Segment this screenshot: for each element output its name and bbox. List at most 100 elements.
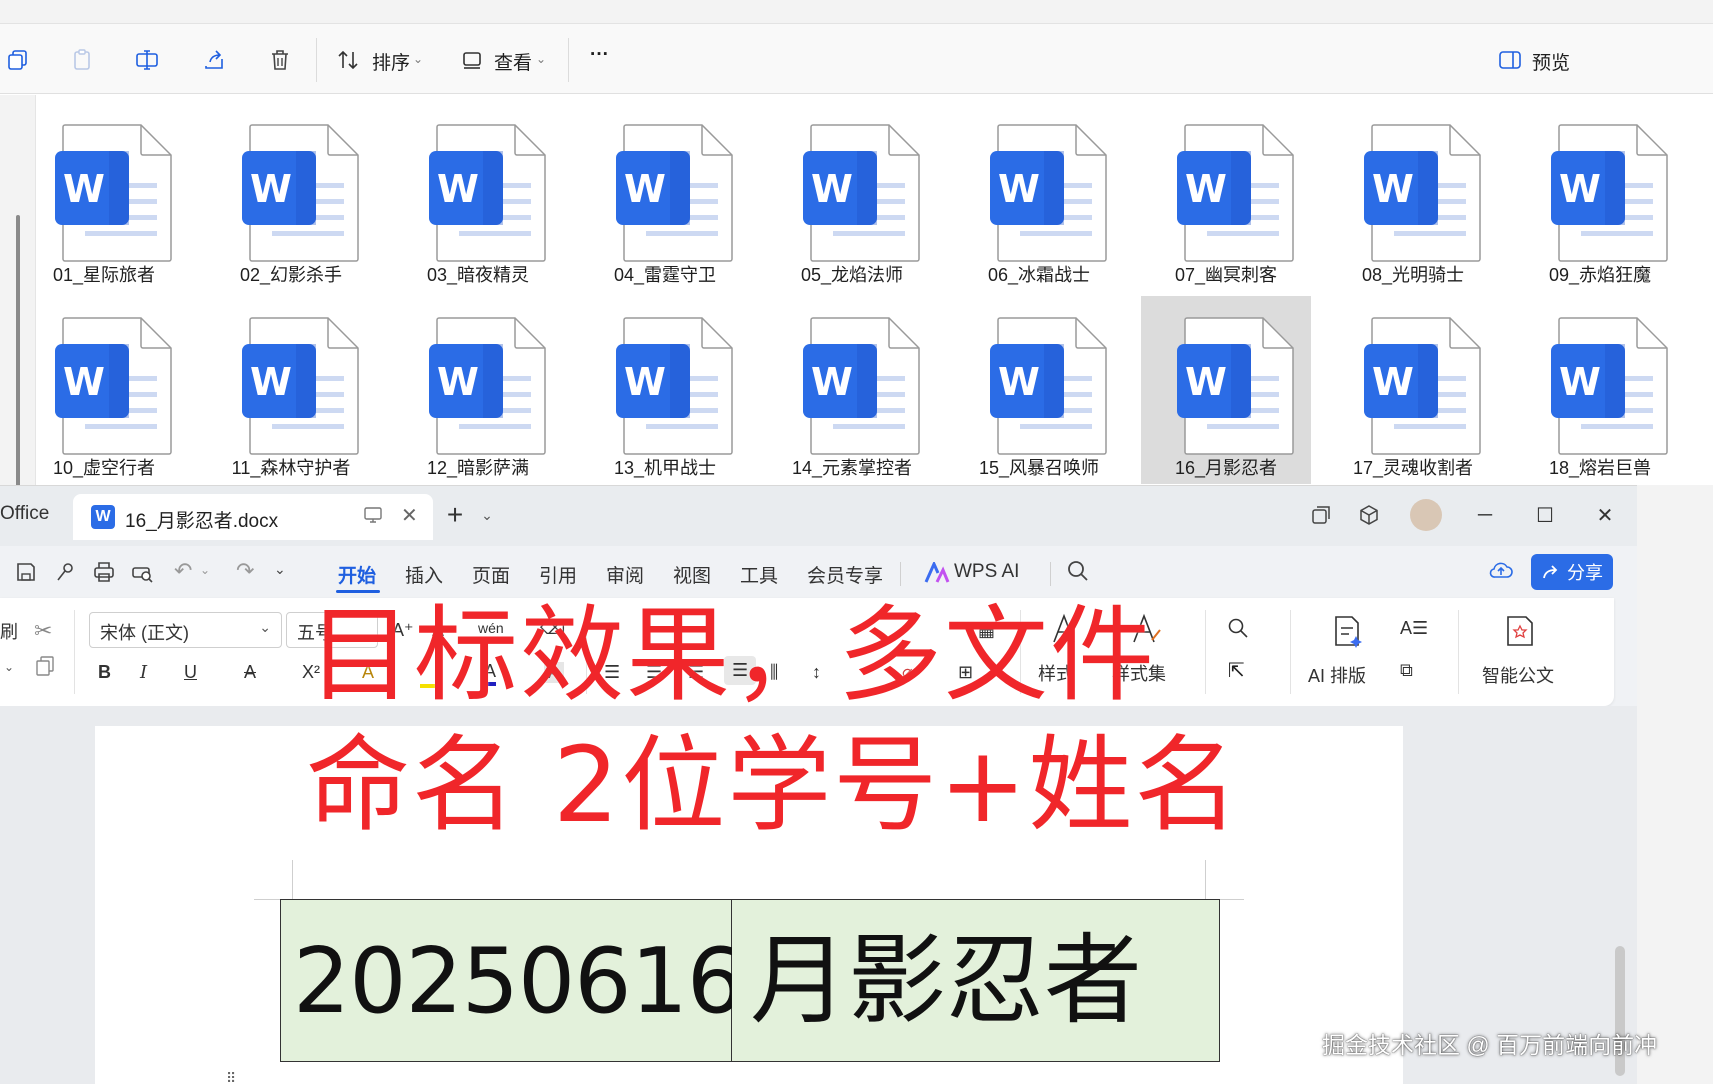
file-item[interactable]: W 07_幽冥刺客 [1141,103,1311,291]
table-move-handle-icon[interactable]: ⠿ [226,1070,236,1084]
chevron-down-icon[interactable]: ⌄ [472,500,502,530]
strikethrough-icon[interactable]: A [244,662,256,683]
preview-pane-icon[interactable] [1496,46,1524,74]
file-item[interactable]: W 16_月影忍者 [1141,296,1311,484]
ai-layout-icon[interactable] [1330,614,1364,653]
font-name-dropdown[interactable]: 宋体 (正文) ⌄ [89,612,282,648]
file-item[interactable]: W 03_暗夜精灵 [393,103,563,291]
word-document-icon: W [1177,316,1295,456]
file-item[interactable]: W 06_冰霜战士 [954,103,1124,291]
format-painter-label[interactable]: 刷 [0,618,18,644]
official-doc-icon[interactable] [1504,614,1536,653]
cube-icon[interactable] [1354,500,1384,530]
select-cursor-icon[interactable]: ⇱ [1228,658,1245,683]
word-letter-icon: W [437,167,479,211]
word-doc-icon: W [91,505,115,529]
rename-icon[interactable] [134,46,162,74]
margin-guide [1205,860,1206,900]
file-name-label: 09_赤焰狂魔 [1548,265,1652,285]
chevron-down-icon: ⌄ [259,619,271,635]
file-item[interactable]: W 12_暗影萨满 [393,296,563,484]
file-item[interactable]: W 15_风暴召唤师 [954,296,1124,484]
ribbon-separator [1458,610,1459,694]
file-item[interactable]: W 13_机甲战士 [580,296,750,484]
new-tab-icon[interactable]: + [440,499,470,530]
print-preview-icon[interactable] [130,560,154,589]
overlay-caption-line1: 目标效果，多文件 [308,594,1157,716]
table-cell-student-name[interactable]: 月影忍者 [732,899,1220,1062]
close-window-icon[interactable]: ✕ [1590,500,1620,530]
view-button-label[interactable]: 查看 [494,48,532,75]
file-name-label: 12_暗影萨满 [426,458,530,478]
chevron-down-icon[interactable]: ⌄ [4,660,14,674]
maximize-icon[interactable]: ☐ [1530,500,1560,530]
italic-icon[interactable]: I [140,662,147,683]
user-avatar[interactable] [1410,499,1442,531]
copy-icon[interactable] [4,46,32,74]
paragraph-spacing-icon[interactable]: A☰ [1400,618,1428,639]
undo-icon[interactable]: ↶ [174,558,192,584]
file-name-label: 07_幽冥刺客 [1174,265,1278,285]
font-name-value: 宋体 (正文) [100,623,189,643]
share-button[interactable]: 分享 [1531,554,1613,590]
restore-layout-icon[interactable] [1306,500,1336,530]
more-options-button[interactable]: ··· [590,44,609,66]
file-name-label: 16_月影忍者 [1174,458,1278,478]
overlay-caption-line2: 命名 2位学号+姓名 [306,724,1241,846]
file-name-label: 10_虚空行者 [52,458,156,478]
redo-icon[interactable]: ↷ [236,558,254,584]
cloud-upload-icon[interactable] [1488,558,1514,587]
sort-button-label[interactable]: 排序 [372,48,410,75]
monitor-icon[interactable] [363,506,383,529]
file-item[interactable]: W 14_元素掌控者 [767,296,937,484]
office-home-tab[interactable]: Office [0,503,49,525]
view-icon[interactable] [458,46,486,74]
arrange-icon[interactable]: ⧉ [1400,660,1413,681]
chevron-down-icon[interactable]: ⌄ [274,561,286,578]
sort-icon[interactable] [334,46,362,74]
word-letter-icon: W [437,360,479,404]
file-name-label: 06_冰霜战士 [987,265,1091,285]
document-tab[interactable]: W 16_月影忍者.docx ✕ [73,494,433,540]
file-item[interactable]: W 10_虚空行者 [19,296,189,484]
format-brush-icon[interactable] [54,560,78,589]
file-explorer: 排序 ⌄ 查看 ⌄ ··· 预览 W 01_星际旅者 W 02_幻影杀手 W 03_暗夜精… [0,0,1713,575]
cut-icon[interactable]: ✂ [34,618,52,644]
file-item[interactable]: W 18_熔岩巨兽 [1515,296,1685,484]
word-letter-icon: W [1559,167,1601,211]
word-document-icon: W [242,123,360,263]
bold-icon[interactable]: B [98,662,111,683]
file-item[interactable]: W 08_光明骑士 [1328,103,1498,291]
paste-icon[interactable] [68,46,96,74]
explorer-address-strip [0,0,1713,24]
print-icon[interactable] [92,560,116,589]
preview-button-label[interactable]: 预览 [1532,48,1570,75]
word-letter-icon: W [624,360,666,404]
file-item[interactable]: W 09_赤焰狂魔 [1515,103,1685,291]
explorer-toolbar: 排序 ⌄ 查看 ⌄ ··· 预览 [0,24,1713,94]
delete-icon[interactable] [266,46,294,74]
word-letter-icon: W [624,167,666,211]
word-document-icon: W [990,316,1108,456]
underline-icon[interactable]: U [184,662,197,683]
file-item[interactable]: W 05_龙焰法师 [767,103,937,291]
file-item[interactable]: W 04_雷霆守卫 [580,103,750,291]
file-item[interactable]: W 02_幻影杀手 [206,103,376,291]
file-name-label: 18_熔岩巨兽 [1548,458,1652,478]
share-icon[interactable] [200,46,228,74]
file-item[interactable]: W 01_星际旅者 [19,103,189,291]
copy-icon[interactable] [34,654,58,683]
save-icon[interactable] [14,560,38,589]
chevron-down-icon[interactable]: ⌄ [200,563,210,577]
smart-doc-label[interactable]: 智能公文 [1482,662,1554,688]
toolbar-separator [316,38,317,82]
file-item[interactable]: W 11_森林守护者 [206,296,376,484]
word-document-icon: W [242,316,360,456]
close-tab-icon[interactable]: ✕ [401,503,418,528]
minimize-icon[interactable]: ─ [1470,500,1500,530]
toolbar-separator [568,38,569,82]
file-item[interactable]: W 17_灵魂收割者 [1328,296,1498,484]
ai-layout-label[interactable]: AI 排版 [1308,662,1366,688]
find-icon[interactable] [1226,616,1250,645]
table-cell-student-number[interactable]: 20250616 [280,899,744,1062]
